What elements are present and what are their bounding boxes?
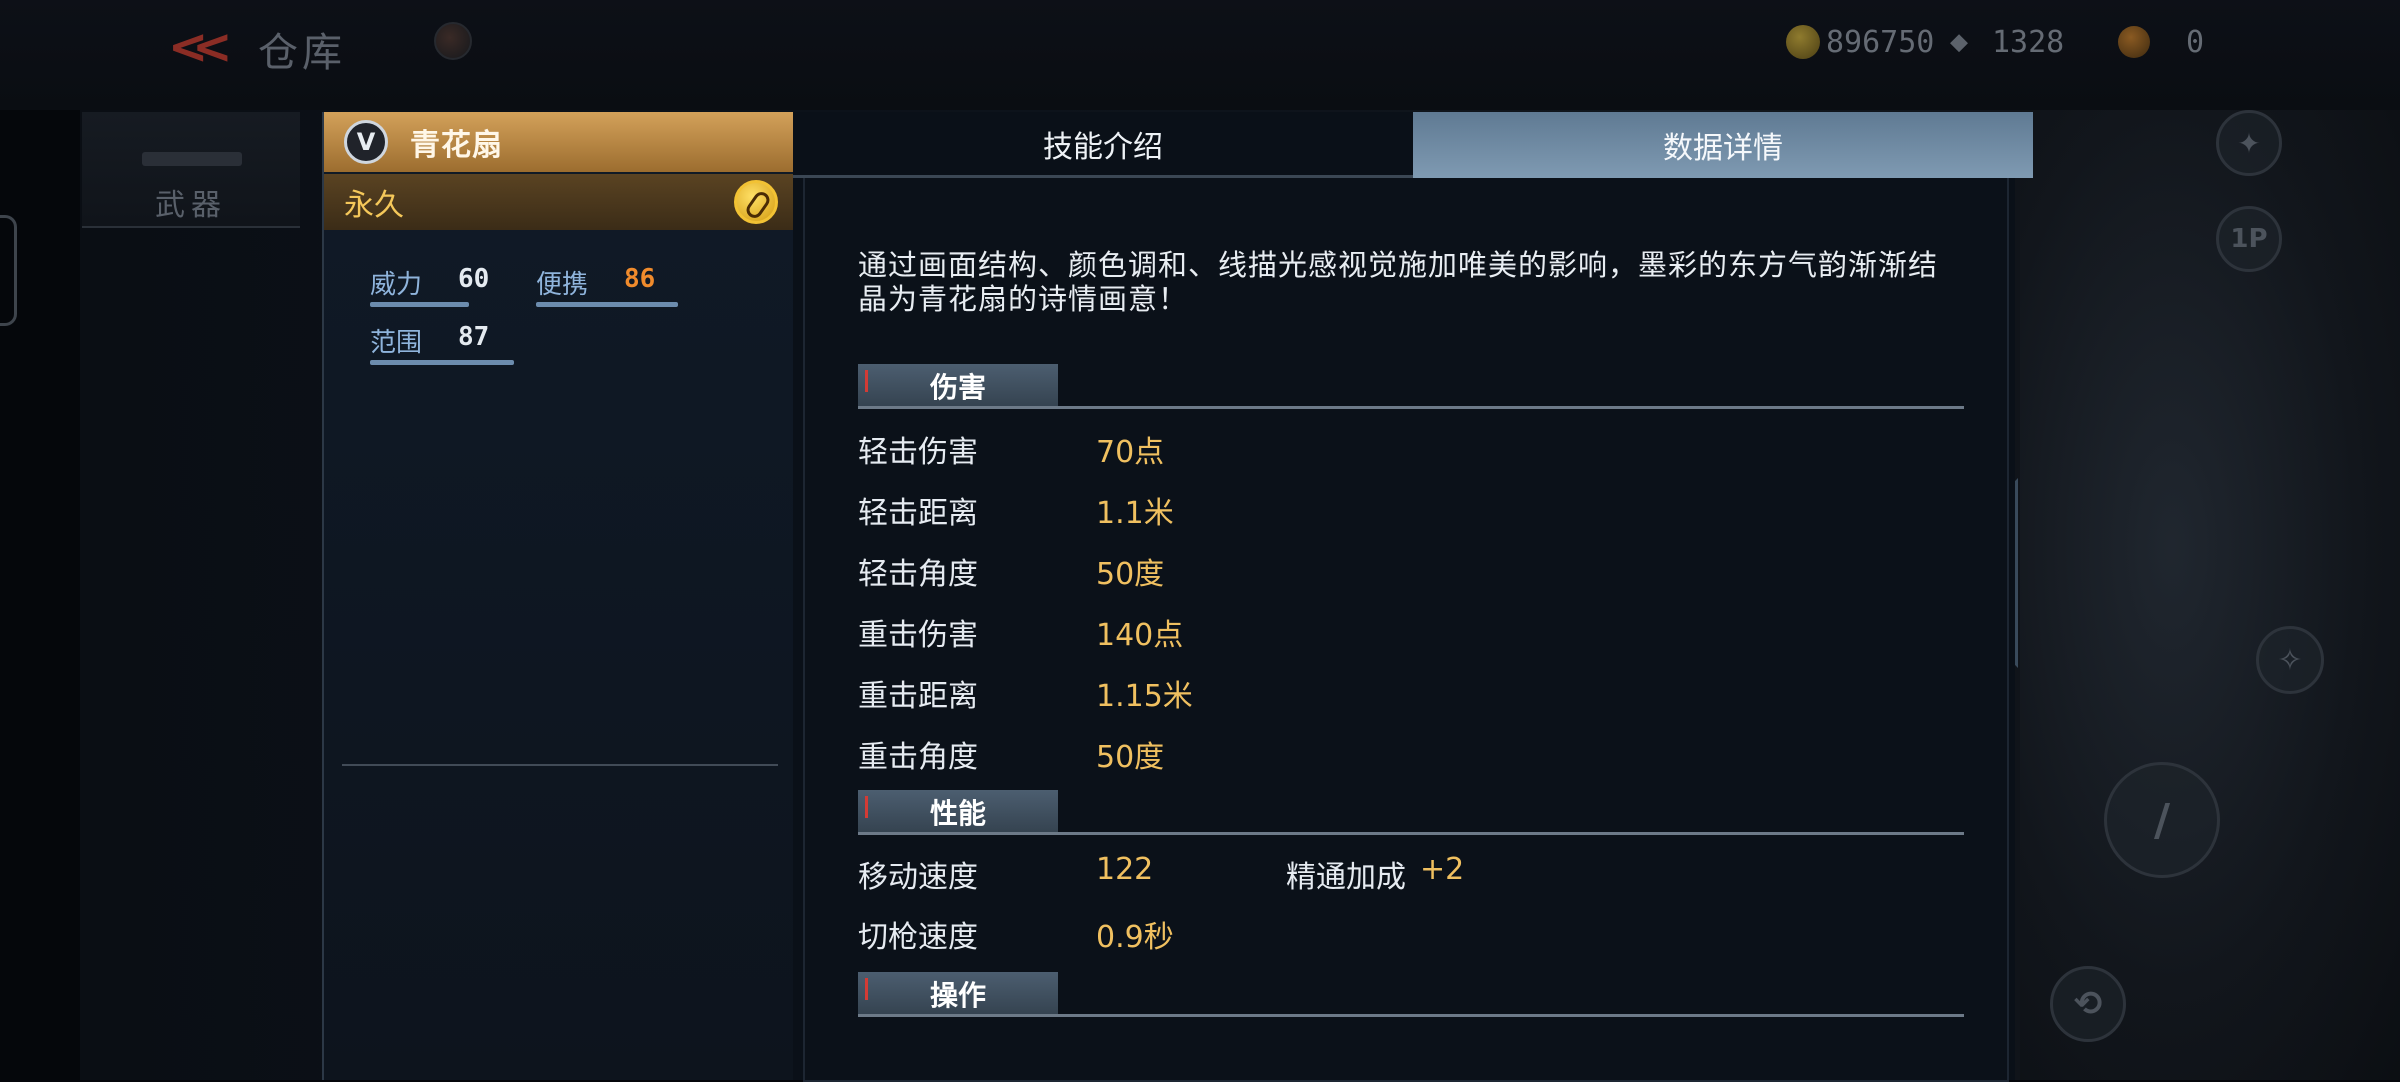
section-controls: 操作 [858,972,1964,1018]
diamond-amount: 1328 [1992,24,2065,60]
mastery-bonus-value: +2 [1420,852,1465,887]
item-header: V 青花扇 [324,112,794,172]
vip-badge-icon: V [344,120,388,164]
stat-bar [370,360,514,365]
stat-value: 87 [458,322,490,352]
row-value: 50度 [1096,740,1165,775]
diamond-icon: ◆ [1950,24,1969,59]
section-damage: 伤害 [858,364,1964,410]
section-divider [858,406,1964,409]
stat-power: 威力 60 [370,264,489,308]
row-value: 122 [1096,852,1154,887]
mode-button[interactable]: 1P [2216,206,2282,272]
tab-skill-intro[interactable]: 技能介绍 [793,112,1413,178]
stat-value: 60 [458,264,490,294]
rifle-icon [142,152,242,166]
stat-label: 威力 [370,270,423,300]
row-label: 切枪速度 [858,920,978,955]
bullet-icon[interactable]: / [2104,762,2220,878]
row-label: 重击角度 [858,740,978,775]
stat-portability: 便携 86 [536,264,678,308]
section-title: 性能 [858,790,1058,834]
edge-handle[interactable] [0,215,17,326]
section-title: 伤害 [858,364,1058,408]
item-card: V 青花扇 永久 威力 60 便携 86 范围 87 [322,112,796,1080]
item-duration-bar: 永久 [324,174,794,230]
mode-label: 1P [2230,224,2268,254]
stat-range: 范围 87 [370,322,514,366]
token-currency: 0 [2118,22,2204,62]
token-amount: 0 [2186,24,2205,60]
gold-amount: 896750 [1826,24,1935,60]
notification-dot-icon[interactable] [434,22,472,60]
section-divider [858,832,1964,835]
row-label: 重击伤害 [858,618,978,653]
tab-bar: 技能介绍 数据详情 [793,112,2033,178]
sidebar-tab-weapons[interactable]: 武器 [82,112,300,228]
gamepad-icon[interactable]: ✦ [2216,110,2282,176]
gold-coin-icon [1786,25,1820,59]
row-value: 1.1米 [1096,496,1174,531]
row-value: 70点 [1096,435,1165,470]
sidebar-tab-label: 武器 [155,188,227,223]
background-weapon-preview [2020,110,2400,1080]
stat-bar [536,302,678,307]
back-arrow-icon[interactable]: << [168,22,232,72]
section-performance: 性能 [858,790,1964,836]
section-title: 操作 [858,972,1058,1016]
section-divider [858,1014,1964,1017]
throw-icon[interactable]: ✧ [2256,626,2324,694]
stat-value: 86 [624,264,656,294]
item-duration: 永久 [344,188,404,223]
swap-icon[interactable]: ⟲ [2050,966,2126,1042]
item-name: 青花扇 [410,128,503,163]
tab-data-details[interactable]: 数据详情 [1413,112,2033,178]
gold-currency: 896750 [1786,22,1934,62]
item-description: 通过画面结构、颜色调和、线描光感视觉施加唯美的影响，墨彩的东方气韵渐渐结晶为青花… [858,248,1939,316]
diamond-currency: ◆ 1328 [1950,22,2064,62]
row-value: 140点 [1096,618,1184,653]
row-value: 1.15米 [1096,679,1193,714]
row-label: 轻击伤害 [858,435,978,470]
stat-label: 范围 [370,328,423,358]
medal-icon[interactable] [734,180,778,224]
row-label: 轻击距离 [858,496,978,531]
divider [342,764,778,766]
page-title: 仓库 [258,30,346,76]
stat-label: 便携 [536,270,589,300]
mastery-bonus-label: 精通加成 [1286,860,1406,895]
row-value: 0.9秒 [1096,920,1174,955]
stat-bar [370,302,469,307]
token-icon [2118,26,2150,58]
row-label: 轻击角度 [858,557,978,592]
row-value: 50度 [1096,557,1165,592]
row-label: 重击距离 [858,679,978,714]
row-label: 移动速度 [858,860,978,895]
